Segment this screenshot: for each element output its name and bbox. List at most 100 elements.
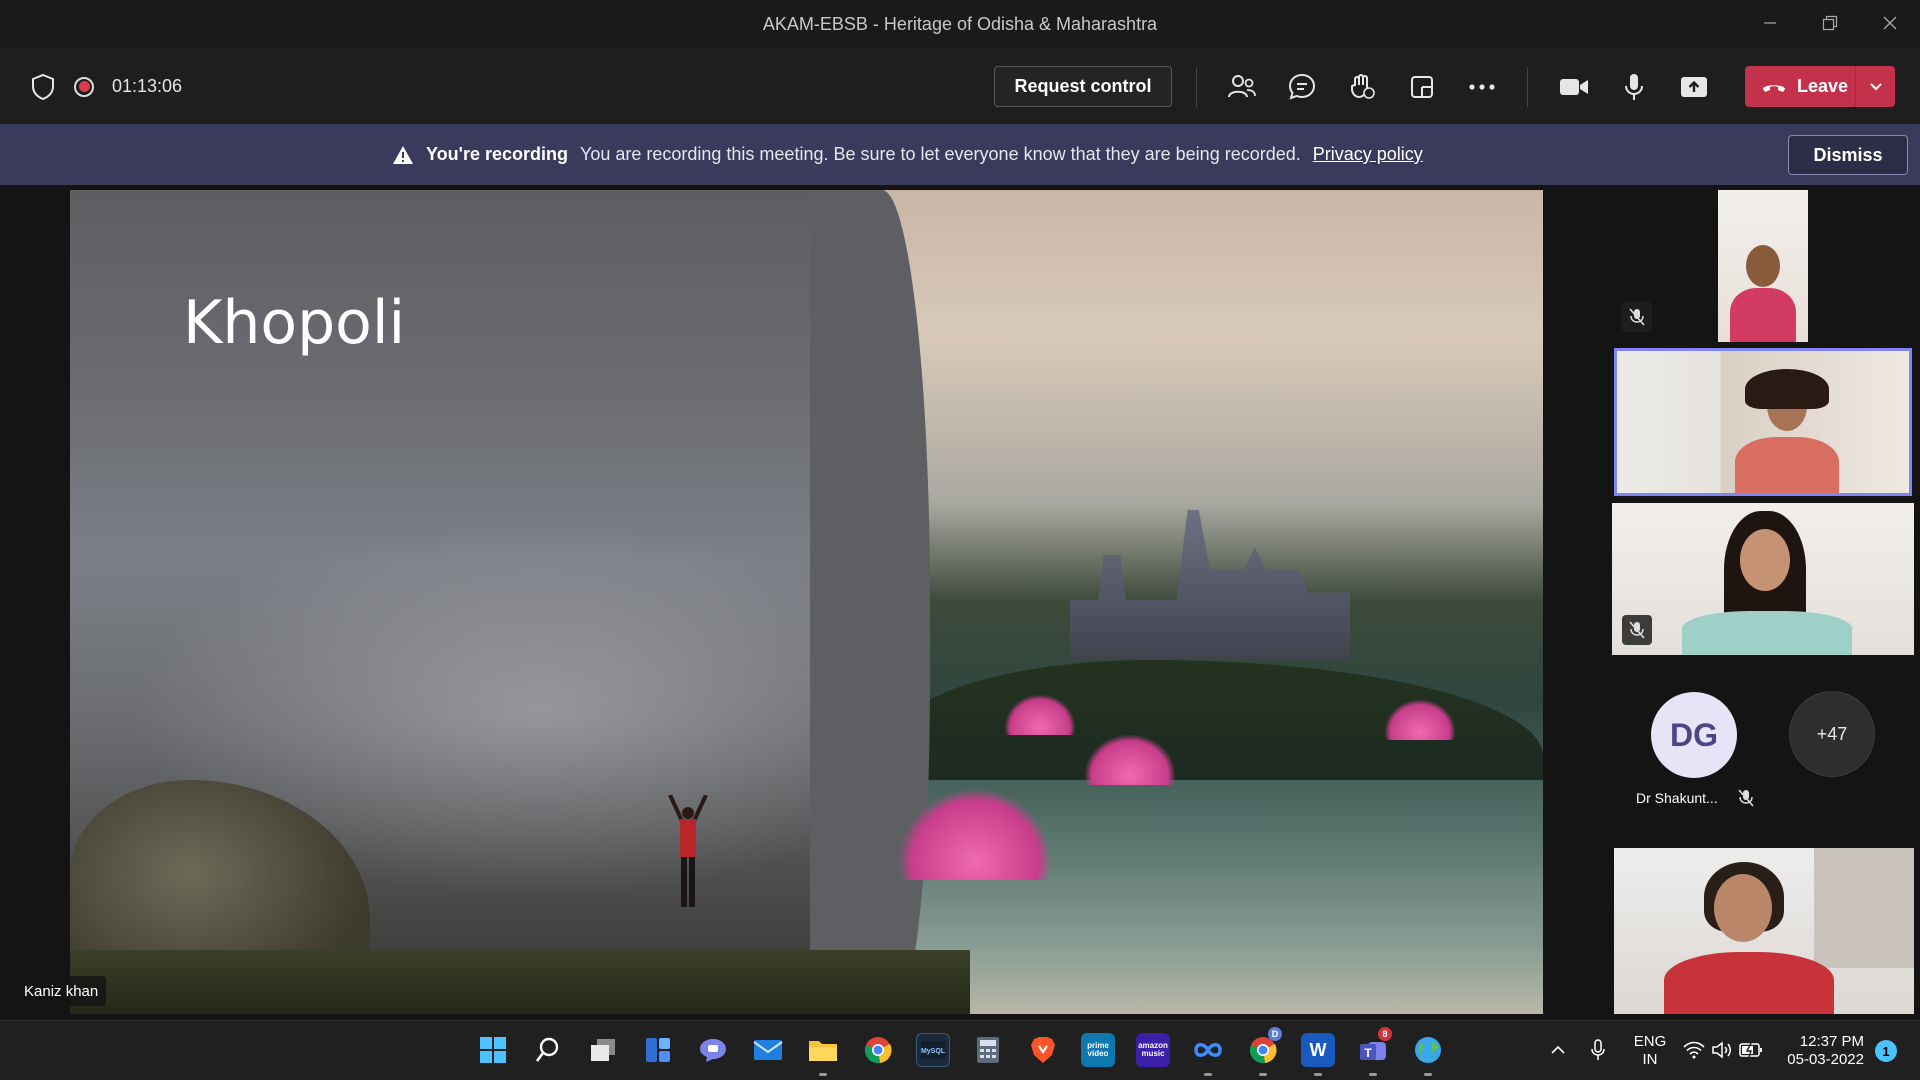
more-icon — [1469, 84, 1495, 90]
running-indicator — [1369, 1073, 1377, 1076]
running-indicator — [819, 1073, 827, 1076]
microphone-tray-button[interactable] — [1586, 1033, 1610, 1067]
wolfram-app-button[interactable] — [1191, 1033, 1225, 1067]
volume-button[interactable] — [1710, 1033, 1734, 1067]
slide-ground — [70, 950, 970, 1014]
camera-button[interactable] — [1558, 71, 1590, 103]
participant-body — [1735, 437, 1839, 493]
windows-taskbar: MySQL prime video amazon music D W T 8 E… — [0, 1020, 1920, 1080]
amazon-music-button[interactable]: amazon music — [1136, 1033, 1170, 1067]
mail-button[interactable] — [751, 1033, 785, 1067]
language-code: ENG — [1633, 1033, 1667, 1050]
browser-button[interactable] — [1411, 1033, 1445, 1067]
raise-hand-icon — [1351, 74, 1375, 99]
close-window-button[interactable] — [1860, 0, 1920, 46]
slide-lotus — [1385, 700, 1455, 740]
reactions-button[interactable] — [1346, 71, 1378, 103]
chat-app-button[interactable] — [696, 1033, 730, 1067]
slide-divider-splash — [810, 190, 930, 1014]
window-title-bar: AKAM-EBSB - Heritage of Odisha & Maharas… — [0, 0, 1920, 49]
word-button[interactable]: W — [1301, 1033, 1335, 1067]
wifi-button[interactable] — [1682, 1033, 1706, 1067]
share-icon — [1681, 77, 1707, 97]
meeting-toolbar: 01:13:06 Request control Leave — [0, 49, 1920, 124]
mail-icon — [753, 1040, 783, 1060]
running-indicator — [1259, 1073, 1267, 1076]
mysql-button[interactable]: MySQL — [916, 1033, 950, 1067]
input-language-indicator[interactable]: ENG IN — [1630, 1033, 1670, 1069]
brave-button[interactable] — [1026, 1033, 1060, 1067]
show-hidden-icons-button[interactable] — [1546, 1033, 1570, 1067]
teams-button[interactable]: T 8 — [1356, 1027, 1392, 1067]
participant-video-tile[interactable] — [1614, 848, 1914, 1014]
chat-button[interactable] — [1286, 71, 1318, 103]
battery-button[interactable] — [1738, 1033, 1764, 1067]
wifi-icon — [1683, 1041, 1705, 1059]
presenter-name-tag: Kaniz khan — [16, 976, 107, 1006]
toolbar-divider — [1196, 67, 1197, 107]
participant-avatar[interactable]: DG — [1651, 692, 1737, 778]
share-button[interactable] — [1678, 71, 1710, 103]
leave-button-group: Leave — [1745, 66, 1895, 107]
request-control-button[interactable]: Request control — [994, 66, 1172, 107]
system-clock[interactable]: 12:37 PM 05-03-2022 — [1778, 1033, 1864, 1069]
mic-off-icon — [1629, 621, 1645, 639]
participant-video-tile[interactable] — [1718, 190, 1808, 342]
calculator-button[interactable] — [971, 1033, 1005, 1067]
hang-up-icon — [1763, 84, 1785, 92]
chrome-button[interactable] — [861, 1033, 895, 1067]
infinity-app-icon — [1194, 1043, 1222, 1057]
shared-content-stage: Khopoli — [70, 190, 1543, 1014]
recording-banner: You're recording You are recording this … — [0, 124, 1920, 185]
leave-button[interactable]: Leave — [1745, 66, 1855, 107]
participant-face — [1740, 529, 1790, 591]
participant-body — [1664, 952, 1834, 1014]
restore-button[interactable] — [1800, 0, 1860, 46]
privacy-policy-link[interactable]: Privacy policy — [1313, 144, 1423, 165]
mysql-icon: MySQL — [921, 1041, 946, 1059]
dismiss-button[interactable]: Dismiss — [1788, 135, 1908, 175]
shield-icon[interactable] — [30, 73, 56, 101]
speaker-icon — [1712, 1041, 1731, 1059]
active-speaker-tile[interactable] — [1614, 348, 1912, 496]
rooms-button[interactable] — [1406, 71, 1438, 103]
chevron-up-icon — [1551, 1045, 1565, 1054]
chrome-profile-button[interactable]: D — [1246, 1027, 1282, 1067]
meeting-timer: 01:13:06 — [112, 76, 183, 96]
muted-badge — [1622, 302, 1652, 332]
prime-video-button[interactable]: prime video — [1081, 1033, 1115, 1067]
search-icon — [535, 1037, 559, 1062]
more-actions-button[interactable] — [1466, 71, 1498, 103]
teams-chat-icon — [700, 1039, 726, 1062]
task-view-button[interactable] — [586, 1033, 620, 1067]
file-explorer-button[interactable] — [806, 1033, 840, 1067]
search-button[interactable] — [531, 1033, 565, 1067]
battery-charging-icon — [1739, 1042, 1762, 1058]
banner-message: You are recording this meeting. Be sure … — [579, 144, 1301, 164]
folder-icon — [809, 1041, 837, 1061]
window-title: AKAM-EBSB - Heritage of Odisha & Maharas… — [762, 14, 1158, 34]
mic-icon — [1591, 1039, 1605, 1060]
muted-badge — [1622, 615, 1652, 645]
notification-center-button[interactable]: 1 — [1875, 1040, 1897, 1062]
participant-video-tile[interactable] — [1612, 503, 1914, 655]
leave-options-button[interactable] — [1856, 66, 1895, 107]
people-button[interactable] — [1226, 71, 1258, 103]
minimize-icon — [1764, 22, 1776, 24]
chevron-down-icon — [1869, 82, 1882, 90]
rooms-icon — [1411, 76, 1433, 98]
start-button[interactable] — [476, 1033, 510, 1067]
profile-badge: D — [1268, 1027, 1282, 1041]
slide-title: Khopoli — [183, 288, 406, 358]
svg-text:T: T — [1364, 1046, 1372, 1060]
participant-body — [1730, 288, 1796, 342]
participant-body — [1682, 611, 1852, 655]
mic-button[interactable] — [1618, 71, 1650, 103]
participant-face — [1746, 245, 1780, 287]
minimize-button[interactable] — [1740, 0, 1800, 46]
chrome-icon — [864, 1037, 892, 1064]
slide-person — [668, 795, 708, 907]
more-participants-button[interactable]: +47 — [1789, 691, 1875, 777]
calculator-icon — [977, 1037, 999, 1063]
widgets-button[interactable] — [641, 1033, 675, 1067]
